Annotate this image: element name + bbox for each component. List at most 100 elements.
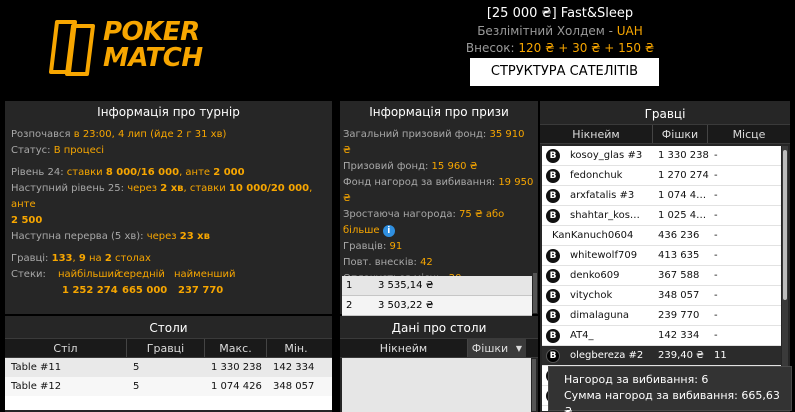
player-row[interactable]: Bwhitewolf709 413 635 - bbox=[542, 246, 781, 266]
break-time: 23 хв bbox=[179, 231, 210, 242]
col-players[interactable]: Гравці bbox=[127, 339, 205, 357]
bounty-icon: B bbox=[546, 248, 560, 263]
table-data-title: Дані про столи bbox=[391, 321, 487, 335]
player-row[interactable]: Bdenko609 367 588 - bbox=[542, 266, 781, 286]
player-nickname: dimalaguna bbox=[570, 309, 630, 321]
started-label: Розпочався bbox=[11, 129, 74, 140]
table-data-header: Нікнейм Фішки ▼ bbox=[340, 338, 538, 358]
prize-amount: 3 535,14 ₴ bbox=[378, 280, 434, 291]
rebuys-row: Повт. внесків: 42 bbox=[343, 255, 535, 271]
tournament-name: [25 000 ₴] Fast&Sleep bbox=[486, 6, 634, 21]
bounty-icon: B bbox=[546, 308, 560, 323]
next-ante: 2 500 bbox=[11, 215, 43, 226]
player-row[interactable]: KanKanuch0604 436 236 - bbox=[542, 226, 781, 246]
logo-word-match: MATCH bbox=[103, 43, 203, 73]
level-a: ставки bbox=[66, 167, 106, 178]
player-nickname: kosoy_glas #3 bbox=[570, 149, 643, 161]
player-nickname: arxfatalis #3 bbox=[570, 189, 635, 201]
tables-list: Table #11 5 1 330 238 142 334 Table #12 … bbox=[5, 358, 332, 410]
started-row: Розпочався в 23:00, 4 лип (йде 2 г 31 хв… bbox=[11, 127, 326, 143]
player-row[interactable]: Bshahtar_kos… 1 025 4… - bbox=[542, 206, 781, 226]
tables-header: Стіл Гравці Макс. Мін. bbox=[5, 338, 332, 358]
player-place: - bbox=[714, 230, 718, 241]
growing-bounty-row: Зростаюча нагорода: 75 ₴ або більше i bbox=[343, 207, 535, 239]
players-title: Гравці bbox=[644, 107, 686, 121]
next-ante-row: 2 500 bbox=[11, 213, 326, 229]
buyin: Внесок: 120 ₴ + 30 ₴ + 150 ₴ bbox=[440, 40, 680, 57]
player-nick-cell: Bshahtar_kos… bbox=[542, 206, 654, 225]
prize-row[interactable]: 1 3 535,14 ₴ bbox=[342, 276, 532, 296]
table-min: 142 334 bbox=[273, 362, 315, 373]
prize-info-panel: Інформація про призи Загальний призовий … bbox=[340, 101, 538, 316]
player-nick-cell: Bfedonchuk bbox=[542, 166, 654, 185]
players-header: Нікнейм Фішки Місце bbox=[540, 124, 790, 144]
col-nickname[interactable]: Нікнейм bbox=[540, 125, 653, 143]
table-row[interactable]: Table #12 5 1 074 426 348 057 bbox=[5, 377, 332, 396]
table-name: Table #12 bbox=[11, 381, 62, 392]
bounty-icon: B bbox=[546, 328, 560, 343]
col-table[interactable]: Стіл bbox=[5, 339, 127, 357]
player-row[interactable]: Bdimalaguna 239 770 - bbox=[542, 306, 781, 326]
player-nickname: shahtar_kos… bbox=[570, 209, 640, 221]
satellite-structure-button[interactable]: СТРУКТУРА САТЕЛІТІВ bbox=[470, 58, 659, 86]
tables-title: Столи bbox=[149, 321, 188, 335]
table-row[interactable]: Table #11 5 1 330 238 142 334 bbox=[5, 358, 332, 377]
level-label: Рівень 24: bbox=[11, 167, 67, 178]
total-prize-row: Загальний призовий фонд: 35 910 ₴ bbox=[343, 127, 535, 159]
col-max[interactable]: Макс. bbox=[205, 339, 267, 357]
prize-place: 1 bbox=[346, 280, 353, 291]
col-min[interactable]: Мін. bbox=[267, 339, 325, 357]
prize-scrollbar[interactable] bbox=[533, 273, 537, 313]
scroll-thumb[interactable] bbox=[783, 150, 787, 300]
col-td-chips-label: Фішки bbox=[471, 342, 509, 355]
chevron-down-icon: ▼ bbox=[515, 344, 522, 353]
player-row[interactable]: B AT4_ 142 334 - bbox=[542, 326, 781, 346]
players-label: Гравці: bbox=[11, 253, 52, 264]
level-row: Рівень 24: ставки 8 000/16 000, анте 2 0… bbox=[11, 165, 326, 181]
player-nick-cell: Bdimalaguna bbox=[542, 306, 654, 325]
stacks-row: Стеки: найбільший середній найменший bbox=[11, 267, 326, 283]
table-data-scrollbar[interactable] bbox=[532, 359, 536, 411]
prize-players-row: Гравців: 91 bbox=[343, 239, 535, 255]
players-on: на bbox=[85, 253, 105, 264]
prize-place: 2 bbox=[346, 300, 353, 311]
player-chips: 348 057 bbox=[658, 290, 700, 301]
break-label: Наступна перерва (5 хв): bbox=[11, 231, 147, 242]
level-ante: 2 000 bbox=[213, 167, 245, 178]
player-nickname: fedonchuk bbox=[570, 169, 623, 181]
bounty-icon: B bbox=[546, 168, 560, 183]
tournament-info-panel: Інформація про турнір Розпочався в 23:00… bbox=[5, 101, 332, 314]
player-chips: 239,40 ₴ bbox=[658, 350, 704, 361]
col-td-nickname[interactable]: Нікнейм bbox=[340, 339, 468, 357]
player-nick-cell: B AT4_ bbox=[542, 326, 654, 345]
stack-average: 665 000 bbox=[122, 285, 168, 296]
player-row[interactable]: Bfedonchuk 1 270 274- bbox=[542, 166, 781, 186]
player-row[interactable]: Bkosoy_glas #3 1 330 238- bbox=[542, 146, 781, 166]
cards-logo-icon bbox=[49, 20, 95, 76]
info-icon[interactable]: i bbox=[382, 225, 395, 237]
player-nickname: olegbereza #2 bbox=[570, 349, 644, 361]
status-row: Статус: В процесі bbox=[11, 143, 326, 159]
player-row[interactable]: Barxfatalis #3 1 074 4… - bbox=[542, 186, 781, 206]
next-label: Наступний рівень 25: bbox=[11, 183, 128, 194]
players-count: 133 bbox=[51, 253, 73, 264]
next-level-row: Наступний рівень 25: через 2 хв, ставки … bbox=[11, 181, 326, 213]
col-place[interactable]: Місце bbox=[708, 125, 790, 143]
player-chips: 1 270 274 bbox=[658, 170, 709, 181]
player-nick-cell: KanKanuch0604 bbox=[542, 226, 654, 245]
currency: UAH bbox=[616, 24, 643, 38]
player-place: - bbox=[714, 250, 718, 261]
player-chips: 436 236 bbox=[658, 230, 700, 241]
player-row[interactable]: Bvitychok 348 057 - bbox=[542, 286, 781, 306]
stack-smallest: 237 770 bbox=[178, 285, 224, 296]
rebuys-value: 42 bbox=[420, 257, 433, 268]
stack-largest: 1 252 274 bbox=[62, 285, 118, 296]
prize-row[interactable]: 2 3 503,22 ₴ bbox=[342, 296, 532, 316]
table-max: 1 330 238 bbox=[211, 362, 262, 373]
player-row[interactable]: Bolegbereza #2 239,40 ₴ 11 bbox=[542, 346, 781, 366]
ko-pool-row: Фонд нагород за вибивання: 19 950 ₴ bbox=[343, 175, 535, 207]
started-value: в 23:00, 4 лип (йде 2 г 31 хв) bbox=[73, 129, 227, 140]
col-chips[interactable]: Фішки bbox=[653, 125, 708, 143]
prize-pool-row: Призовий фонд: 15 960 ₴ bbox=[343, 159, 535, 175]
col-td-chips[interactable]: Фішки ▼ bbox=[468, 339, 526, 357]
